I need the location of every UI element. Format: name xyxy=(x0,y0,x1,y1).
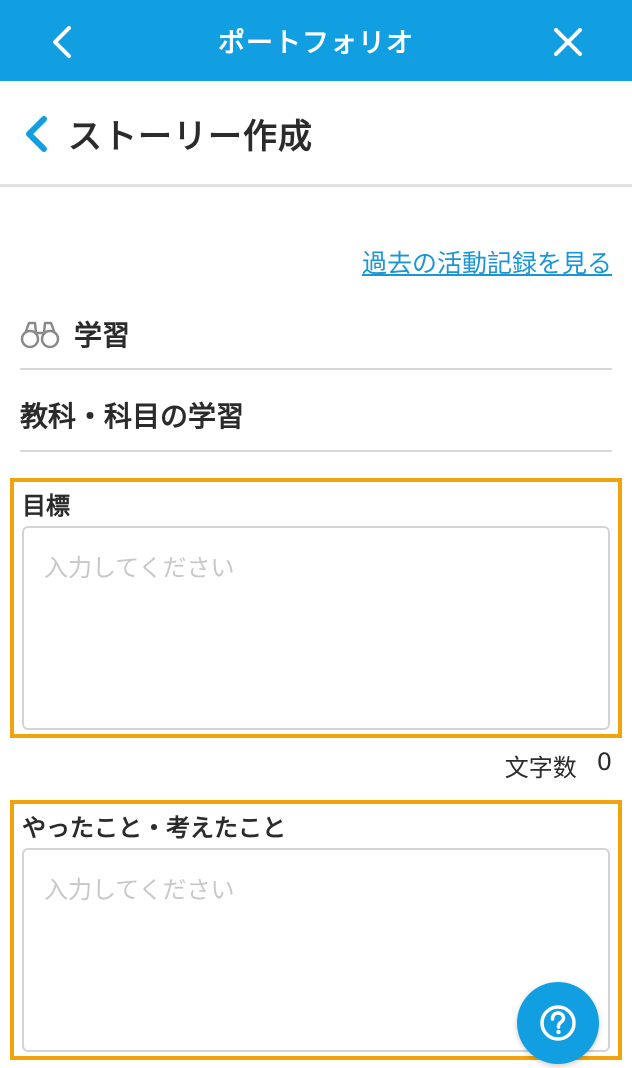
subject-row: 教科・科目の学習 xyxy=(20,380,612,452)
category-label: 学習 xyxy=(74,319,131,352)
topbar-back-button[interactable] xyxy=(40,20,84,64)
goal-label: 目標 xyxy=(22,492,70,520)
close-icon xyxy=(554,28,582,56)
goal-input[interactable] xyxy=(22,526,610,730)
header-back-button[interactable] xyxy=(16,111,56,157)
category-row: 学習 xyxy=(20,300,612,370)
question-icon xyxy=(540,1005,576,1041)
binoculars-icon xyxy=(20,319,60,349)
past-activity-link[interactable]: 過去の活動記録を見る xyxy=(362,244,612,280)
page-title: ストーリー作成 xyxy=(68,117,313,157)
char-count: 文字数 0 xyxy=(505,748,612,783)
subject-label: 教科・科目の学習 xyxy=(20,400,245,433)
topbar-close-button[interactable] xyxy=(546,20,590,64)
reflection-label: やったこと・考えたこと xyxy=(22,814,286,842)
char-count-value: 0 xyxy=(596,748,612,776)
help-button[interactable] xyxy=(517,982,599,1064)
top-app-bar: ポートフォリオ xyxy=(0,0,632,81)
chevron-left-icon xyxy=(26,116,47,152)
app-title: ポートフォリオ xyxy=(218,28,414,59)
page-header: ストーリー作成 xyxy=(0,81,632,187)
char-count-label: 文字数 xyxy=(504,754,577,782)
chevron-left-icon xyxy=(53,26,71,58)
goal-field-group: 目標 xyxy=(10,478,622,738)
